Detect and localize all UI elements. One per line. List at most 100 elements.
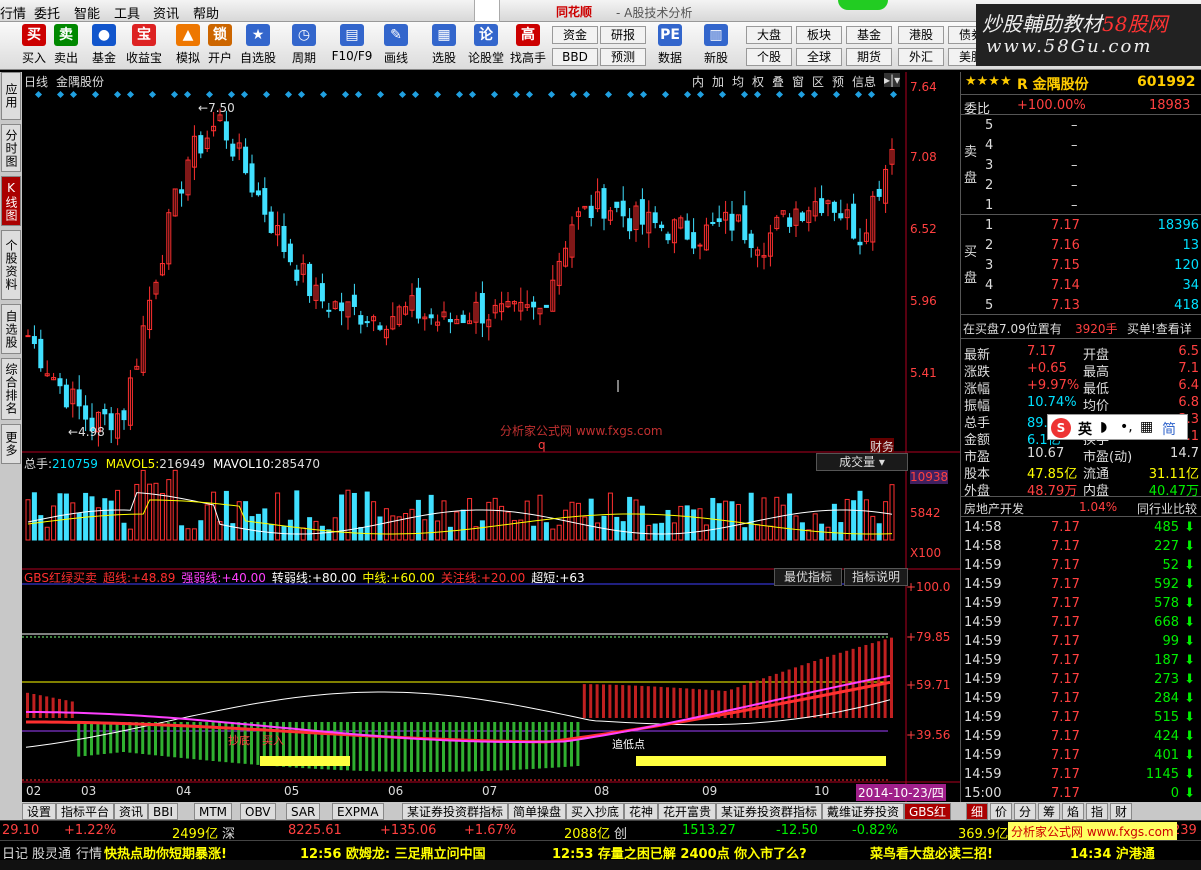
right-tab-5[interactable]: 指 (1086, 803, 1109, 820)
industry-compare-button[interactable]: 同行业比较 (1137, 500, 1197, 517)
down-arrow-icon: ⬇ (1184, 596, 1195, 611)
volume-select-button[interactable]: 成交量 ▾ (816, 453, 908, 471)
toolbar-small-3[interactable]: 预测 (600, 48, 646, 66)
indicator-tab-3[interactable]: BBI (148, 803, 179, 820)
left-tab-0[interactable]: 应用 (1, 72, 21, 120)
indicator-tab-13[interactable]: 某证券投资群指标 (716, 803, 823, 820)
right-tab-6[interactable]: 财 (1110, 803, 1133, 820)
tick-volume-13: 1145 (1145, 767, 1179, 782)
indicator-tab-1[interactable]: 指标平台 (56, 803, 115, 820)
chart-tool-5[interactable]: 窗 (792, 73, 804, 90)
toolbar-button-3[interactable]: 宝收益宝 (124, 24, 164, 66)
kline-chart-area[interactable]: 日线 金隅股份 内加均权叠窗区预信息 ▸|▾ ←4.98 ←7.50 分析家公式网… (22, 72, 960, 802)
toolbar-button-2[interactable]: ● 基金 (84, 24, 124, 66)
toolbar-8-label: F10/F9 (331, 49, 373, 63)
chart-tool-4[interactable]: 叠 (772, 73, 784, 90)
period-label[interactable]: 日线 (24, 73, 48, 90)
toolbar-small-9[interactable]: 个股 (746, 48, 792, 66)
indicator-tab-4[interactable]: MTM (194, 803, 233, 820)
toolbar-button-9[interactable]: ✎ 画线 (376, 24, 416, 66)
indicator-tab-10[interactable]: 买入抄底 (566, 803, 625, 820)
toolbar-button-1[interactable]: 卖卖出 (46, 24, 86, 66)
month-label-6: 08 (594, 784, 610, 798)
left-tab-5[interactable]: 综合排名 (1, 358, 21, 420)
menu-news[interactable]: 资讯 (153, 3, 179, 22)
left-tab-4[interactable]: 自选股 (1, 304, 21, 354)
volume-axis-2: X100 (910, 546, 942, 560)
chart-tool-3[interactable]: 权 (752, 73, 764, 90)
indicator-tab-7[interactable]: EXPMA (332, 803, 384, 820)
indicator-tab-6[interactable]: SAR (286, 803, 321, 820)
toolbar-small-6[interactable]: 基金 (846, 26, 892, 44)
ime-toolbar[interactable]: S 英 ◗ •, ▦ 简 (1047, 414, 1188, 440)
ime-simplified[interactable]: 简 (1162, 419, 1176, 439)
ime-keyboard-icon[interactable]: ▦ (1140, 419, 1153, 435)
ime-punct-icon[interactable]: ◗ (1100, 419, 1107, 435)
indicator-tab-2[interactable]: 资讯 (114, 803, 149, 820)
indicator-tab-9[interactable]: 简单操盘 (508, 803, 567, 820)
toolbar-small-0[interactable]: 资金 (552, 26, 598, 44)
chart-tool-6[interactable]: 区 (812, 73, 824, 90)
right-tab-0[interactable]: 细 (966, 803, 989, 820)
left-tab-2[interactable]: K线图 (1, 176, 21, 226)
big-bid-link[interactable]: 买单!查看详 (1127, 320, 1192, 337)
right-tab-2[interactable]: 分 (1014, 803, 1037, 820)
toolbar-button-7[interactable]: ◷ 周期 (284, 24, 324, 66)
indicator-tab-11[interactable]: 花神 (624, 803, 659, 820)
right-tab-3[interactable]: 筹 (1038, 803, 1061, 820)
indicator-tab-15[interactable]: GBS红 (904, 803, 951, 820)
ime-dot-icon[interactable]: •, (1120, 419, 1133, 435)
right-tab-1[interactable]: 价 (990, 803, 1013, 820)
signal-diamond (582, 90, 591, 99)
indicator-tab-12[interactable]: 花开富贵 (658, 803, 717, 820)
chart-tool-arrows[interactable]: ▸|▾ (884, 73, 901, 87)
toolbar-small-4[interactable]: 大盘 (746, 26, 792, 44)
indicator-histogram (570, 722, 573, 767)
toolbar-small-7[interactable]: 港股 (898, 26, 944, 44)
toolbar-button-10[interactable]: ▦ 选股 (424, 24, 464, 66)
indicator-help-button[interactable]: 指标说明 (844, 568, 908, 586)
menu-quote[interactable]: 行情 (0, 3, 26, 22)
green-indicator-icon[interactable] (838, 0, 888, 10)
toolbar-button-5[interactable]: 锁开户 (200, 24, 240, 66)
candle-body (857, 241, 863, 246)
menu-order[interactable]: 委托 (34, 3, 60, 22)
toolbar-small-1[interactable]: 研报 (600, 26, 646, 44)
toolbar-small-11[interactable]: 期货 (846, 48, 892, 66)
left-tab-3[interactable]: 个股资料 (1, 230, 21, 300)
left-tab-1[interactable]: 分时图 (1, 124, 21, 172)
menu-help[interactable]: 帮助 (193, 3, 219, 22)
volume-bar (31, 492, 37, 541)
chart-tool-1[interactable]: 加 (712, 73, 724, 90)
toolbar-small-5[interactable]: 板块 (796, 26, 842, 44)
toolbar-small-2[interactable]: BBD (552, 48, 598, 66)
toolbar-button-12[interactable]: 高找高手 (508, 24, 548, 66)
toolbar-button-14[interactable]: ▥ 新股 (696, 24, 736, 66)
indicator-tab-5[interactable]: OBV (240, 803, 276, 820)
toolbar-small-10[interactable]: 全球 (796, 48, 842, 66)
menu-smart[interactable]: 智能 (74, 3, 100, 22)
down-arrow-icon: ⬇ (1184, 748, 1195, 763)
toolbar-button-6[interactable]: ★ 自选股 (238, 24, 278, 66)
best-indicator-button[interactable]: 最优指标 (774, 568, 842, 586)
chart-tool-7[interactable]: 预 (832, 73, 844, 90)
indicator-tab-0[interactable]: 设置 (22, 803, 57, 820)
notepad-icon[interactable] (474, 0, 500, 22)
indicator-tab-14[interactable]: 戴维证券投资 (822, 803, 905, 820)
chart-tool-8[interactable]: 信息 (852, 73, 876, 90)
tick-time-5: 14:59 (964, 615, 1002, 630)
chart-tool-0[interactable]: 内 (692, 73, 704, 90)
left-tab-6[interactable]: 更多 (1, 424, 21, 464)
toolbar-button-13[interactable]: PE 数据 (650, 24, 690, 66)
right-tab-4[interactable]: 焰 (1062, 803, 1085, 820)
chart-canvas[interactable] (22, 72, 960, 802)
candle-body (31, 336, 37, 345)
indicator-tab-8[interactable]: 某证券投资群指标 (402, 803, 509, 820)
toolbar-button-11[interactable]: 论论股堂 (466, 24, 506, 66)
chart-tool-2[interactable]: 均 (732, 73, 744, 90)
toolbar-small-12[interactable]: 外汇 (898, 48, 944, 66)
toolbar-button-8[interactable]: ▤ F10/F9 (326, 24, 378, 63)
menu-tools[interactable]: 工具 (114, 3, 140, 22)
ime-lang[interactable]: 英 (1078, 419, 1092, 439)
indicator-item-4-value: +20.00 (480, 571, 526, 585)
